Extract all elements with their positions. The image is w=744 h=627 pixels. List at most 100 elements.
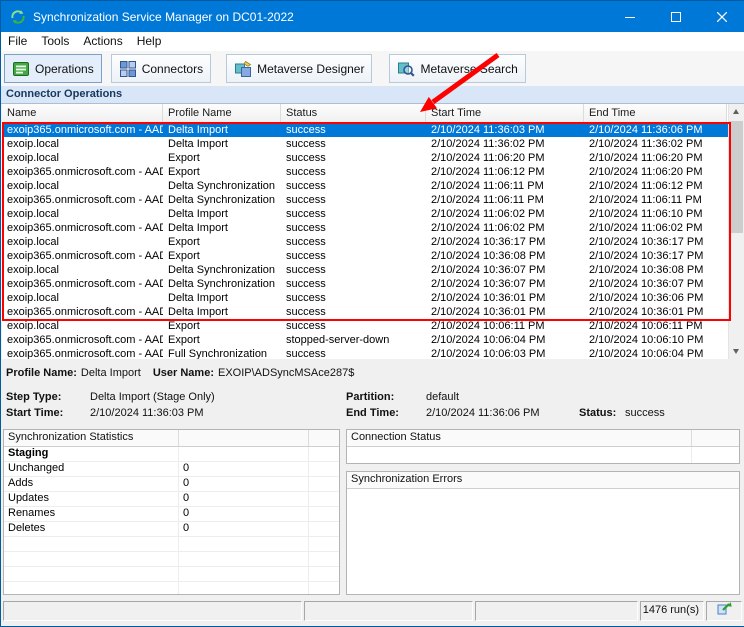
stats-label: Unchanged [4,462,179,476]
table-row[interactable]: exoip365.onmicrosoft.com - AADExportstop… [2,333,743,347]
menu-item-file[interactable]: File [1,32,34,51]
stats-row: Deletes0 [4,522,339,537]
cell-profile: Export [163,319,281,333]
stats-row: Updates0 [4,492,339,507]
cell-name: exoip365.onmicrosoft.com - AAD [2,123,163,137]
stats-empty-value [179,567,309,581]
scrollbar-thumb[interactable] [729,121,743,233]
toolbar-button-metaverse-designer[interactable]: Metaverse Designer [226,54,372,83]
partition-field: Partition:default [346,391,459,403]
cell-profile: Delta Import [163,137,281,151]
cell-end: 2/10/2024 11:06:20 PM [584,165,727,179]
step-type-field: Step Type:Delta Import (Stage Only) [6,391,215,403]
connectors-icon [119,60,137,78]
table-row[interactable]: exoip365.onmicrosoft.com - AADDelta Sync… [2,193,743,207]
table-row[interactable]: exoip.localDelta Importsuccess2/10/2024 … [2,137,743,151]
cell-end: 2/10/2024 11:36:02 PM [584,137,727,151]
cell-profile: Delta Synchronization [163,263,281,277]
table-row[interactable]: exoip365.onmicrosoft.com - AADExportsucc… [2,249,743,263]
cell-name: exoip365.onmicrosoft.com - AAD [2,277,163,291]
stats-row: Adds0 [4,477,339,492]
window-title: Synchronization Service Manager on DC01-… [33,10,294,24]
table-row[interactable]: exoip365.onmicrosoft.com - AADDelta Impo… [2,305,743,319]
table-row[interactable]: exoip.localExportsuccess2/10/2024 10:06:… [2,319,743,333]
column-header-name[interactable]: Name [2,104,163,123]
table-row[interactable]: exoip365.onmicrosoft.com - AADExportsucc… [2,165,743,179]
cell-start: 2/10/2024 10:36:07 PM [426,277,584,291]
operations-table: NameProfile NameStatusStart TimeEnd Time… [2,104,743,359]
cell-name: exoip365.onmicrosoft.com - AAD [2,347,163,359]
table-row[interactable]: exoip.localDelta Importsuccess2/10/2024 … [2,207,743,221]
connection-panel-header-spacer [692,430,739,446]
table-row[interactable]: exoip365.onmicrosoft.com - AADDelta Sync… [2,277,743,291]
cell-name: exoip365.onmicrosoft.com - AAD [2,221,163,235]
table-header: NameProfile NameStatusStart TimeEnd Time [2,104,743,123]
stats-empty-row [4,552,339,567]
toolbar-button-label: Connectors [142,62,203,76]
toolbar-button-metaverse-search[interactable]: Metaverse Search [389,54,525,83]
cell-profile: Delta Synchronization [163,179,281,193]
profile-name-value: Delta Import [81,367,141,379]
minimize-button[interactable] [607,1,653,32]
table-row[interactable]: exoip.localDelta Synchronizationsuccess2… [2,263,743,277]
menu-item-actions[interactable]: Actions [76,32,129,51]
cell-name: exoip365.onmicrosoft.com - AAD [2,333,163,347]
cell-status: success [281,137,426,151]
connection-status-panel: Connection Status [346,429,740,464]
stats-panel-header-spacer [179,430,309,446]
cell-profile: Export [163,235,281,249]
table-row[interactable]: exoip365.onmicrosoft.com - AADDelta Impo… [2,123,743,137]
table-row[interactable]: exoip.localExportsuccess2/10/2024 11:06:… [2,151,743,165]
end-time-label: End Time: [346,407,426,419]
toolbar-button-operations[interactable]: Operations [4,54,102,83]
column-header-end[interactable]: End Time [584,104,727,123]
stats-label: Renames [4,507,179,521]
table-row[interactable]: exoip.localExportsuccess2/10/2024 10:36:… [2,235,743,249]
status-bar-section-2 [304,601,473,621]
cell-status: success [281,123,426,137]
cell-status: success [281,277,426,291]
scroll-down-button[interactable] [729,344,743,359]
status-bar-section-3 [475,601,638,621]
cell-end: 2/10/2024 10:36:17 PM [584,249,727,263]
stats-group-value [179,447,309,461]
table-row[interactable]: exoip365.onmicrosoft.com - AADFull Synch… [2,347,743,359]
column-header-profile[interactable]: Profile Name [163,104,281,123]
cell-end: 2/10/2024 10:06:10 PM [584,333,727,347]
table-row[interactable]: exoip.localDelta Importsuccess2/10/2024 … [2,291,743,305]
connection-panel-title: Connection Status [347,430,692,446]
title-bar: Synchronization Service Manager on DC01-… [1,1,744,32]
stats-group-row: Staging [4,447,339,462]
menu-item-help[interactable]: Help [130,32,169,51]
scroll-up-button[interactable] [729,104,743,119]
table-row[interactable]: exoip.localDelta Synchronizationsuccess2… [2,179,743,193]
synchronization-statistics-panel: Synchronization Statistics StagingUnchan… [3,429,340,595]
stats-value: 0 [179,522,309,536]
stats-empty-row [4,537,339,552]
cell-status: success [281,207,426,221]
maximize-button[interactable] [653,1,699,32]
cell-end: 2/10/2024 10:06:11 PM [584,319,727,333]
user-name-label: User Name: [153,367,214,379]
menu-item-tools[interactable]: Tools [34,32,76,51]
cell-profile: Export [163,165,281,179]
column-header-status[interactable]: Status [281,104,426,123]
cell-name: exoip.local [2,263,163,277]
table-body: exoip365.onmicrosoft.com - AADDelta Impo… [2,123,743,359]
cell-name: exoip.local [2,207,163,221]
profile-summary-line: Profile Name:Delta ImportUser Name:EXOIP… [6,367,354,379]
cell-start: 2/10/2024 10:36:08 PM [426,249,584,263]
cell-status: success [281,347,426,359]
connection-status-cell [347,447,692,464]
status-bar-icon-section[interactable] [706,601,742,621]
vertical-scrollbar[interactable] [728,104,743,359]
cell-status: success [281,179,426,193]
stats-value: 0 [179,462,309,476]
close-button[interactable] [699,1,744,32]
column-header-start[interactable]: Start Time [426,104,584,123]
table-row[interactable]: exoip365.onmicrosoft.com - AADDelta Impo… [2,221,743,235]
toolbar-button-connectors[interactable]: Connectors [111,54,211,83]
cell-status: success [281,165,426,179]
cell-name: exoip365.onmicrosoft.com - AAD [2,305,163,319]
cell-profile: Delta Synchronization [163,193,281,207]
